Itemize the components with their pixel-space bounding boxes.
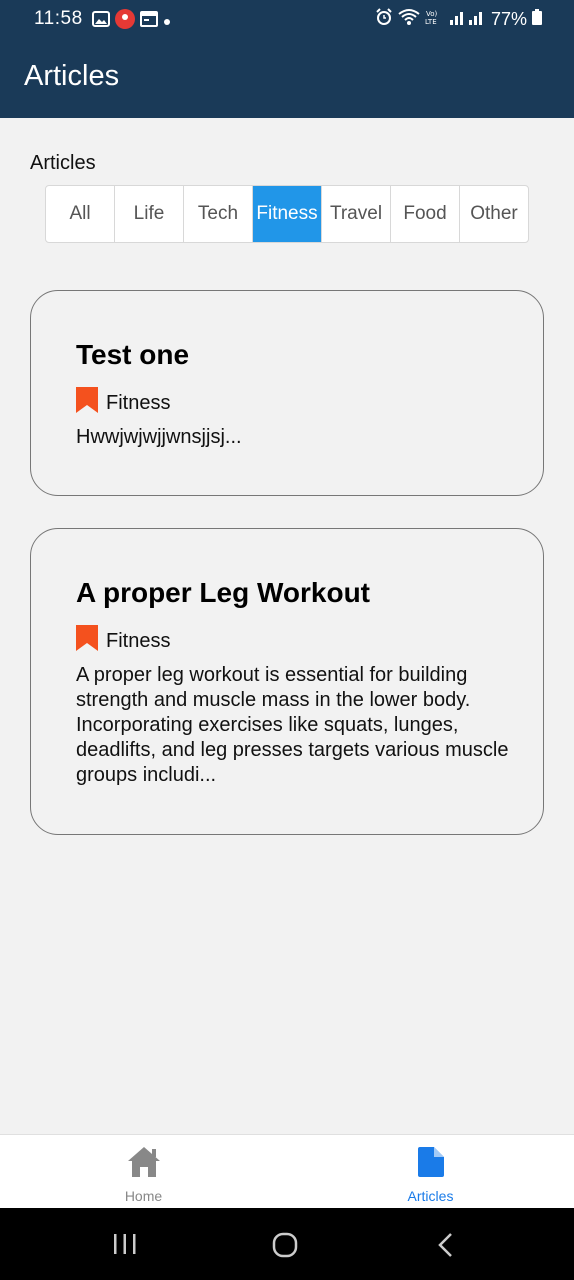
category-filter: All Life Tech Fitness Travel Food Other [45,185,529,243]
signal-icon [449,9,486,30]
status-time: 11:58 [34,8,83,29]
nav-label-home: Home [124,1188,163,1204]
article-card[interactable]: Test one Fitness Hwwjwjwjjwnsjjsj... [30,290,544,496]
article-category-label: Fitness [106,391,171,414]
status-bar: 11:58 Vo) LTE 77% [0,0,574,38]
document-icon [416,1145,446,1184]
recent-apps-button[interactable] [112,1232,138,1261]
article-category: Fitness [76,387,170,419]
gallery-icon [92,11,110,32]
home-icon [126,1145,162,1184]
battery-icon [532,9,542,30]
bottom-navigation: Home Articles [0,1134,574,1208]
system-navigation-bar [0,1208,574,1280]
segment-food[interactable]: Food [391,186,460,242]
calendar-icon [140,11,158,32]
nav-item-home[interactable]: Home [0,1135,287,1208]
page-title: Articles [24,60,120,92]
back-button[interactable] [436,1232,456,1263]
article-title: A proper Leg Workout [76,577,370,608]
article-title: Test one [76,339,190,370]
bookmark-icon [76,387,98,419]
article-excerpt: A proper leg workout is essential for bu… [76,664,509,786]
article-card[interactable]: A proper Leg Workout Fitness A proper le… [30,528,544,835]
filter-label: Articles [30,152,96,174]
article-category-label: Fitness [106,629,171,652]
segment-all[interactable]: All [46,186,115,242]
wifi-icon [398,8,420,31]
segment-travel[interactable]: Travel [322,186,391,242]
svg-text:LTE: LTE [425,18,437,26]
segment-other[interactable]: Other [460,186,528,242]
battery-percentage: 77% [490,9,527,29]
article-category: Fitness [76,625,170,657]
segment-fitness[interactable]: Fitness [253,186,322,242]
alarm-icon [375,8,393,31]
nav-item-articles[interactable]: Articles [287,1135,574,1208]
article-excerpt: Hwwjwjwjjwnsjjsj... [76,426,242,448]
bookmark-icon [76,625,98,657]
app-notification-icon [115,9,135,34]
app-bar: Articles [0,38,574,118]
more-notifications-dot [163,13,171,31]
svg-text:Vo): Vo) [426,10,438,18]
segment-tech[interactable]: Tech [184,186,253,242]
home-button[interactable] [272,1232,298,1263]
segment-life[interactable]: Life [115,186,184,242]
nav-label-articles: Articles [407,1188,454,1204]
volte-icon: Vo) LTE [425,8,445,31]
